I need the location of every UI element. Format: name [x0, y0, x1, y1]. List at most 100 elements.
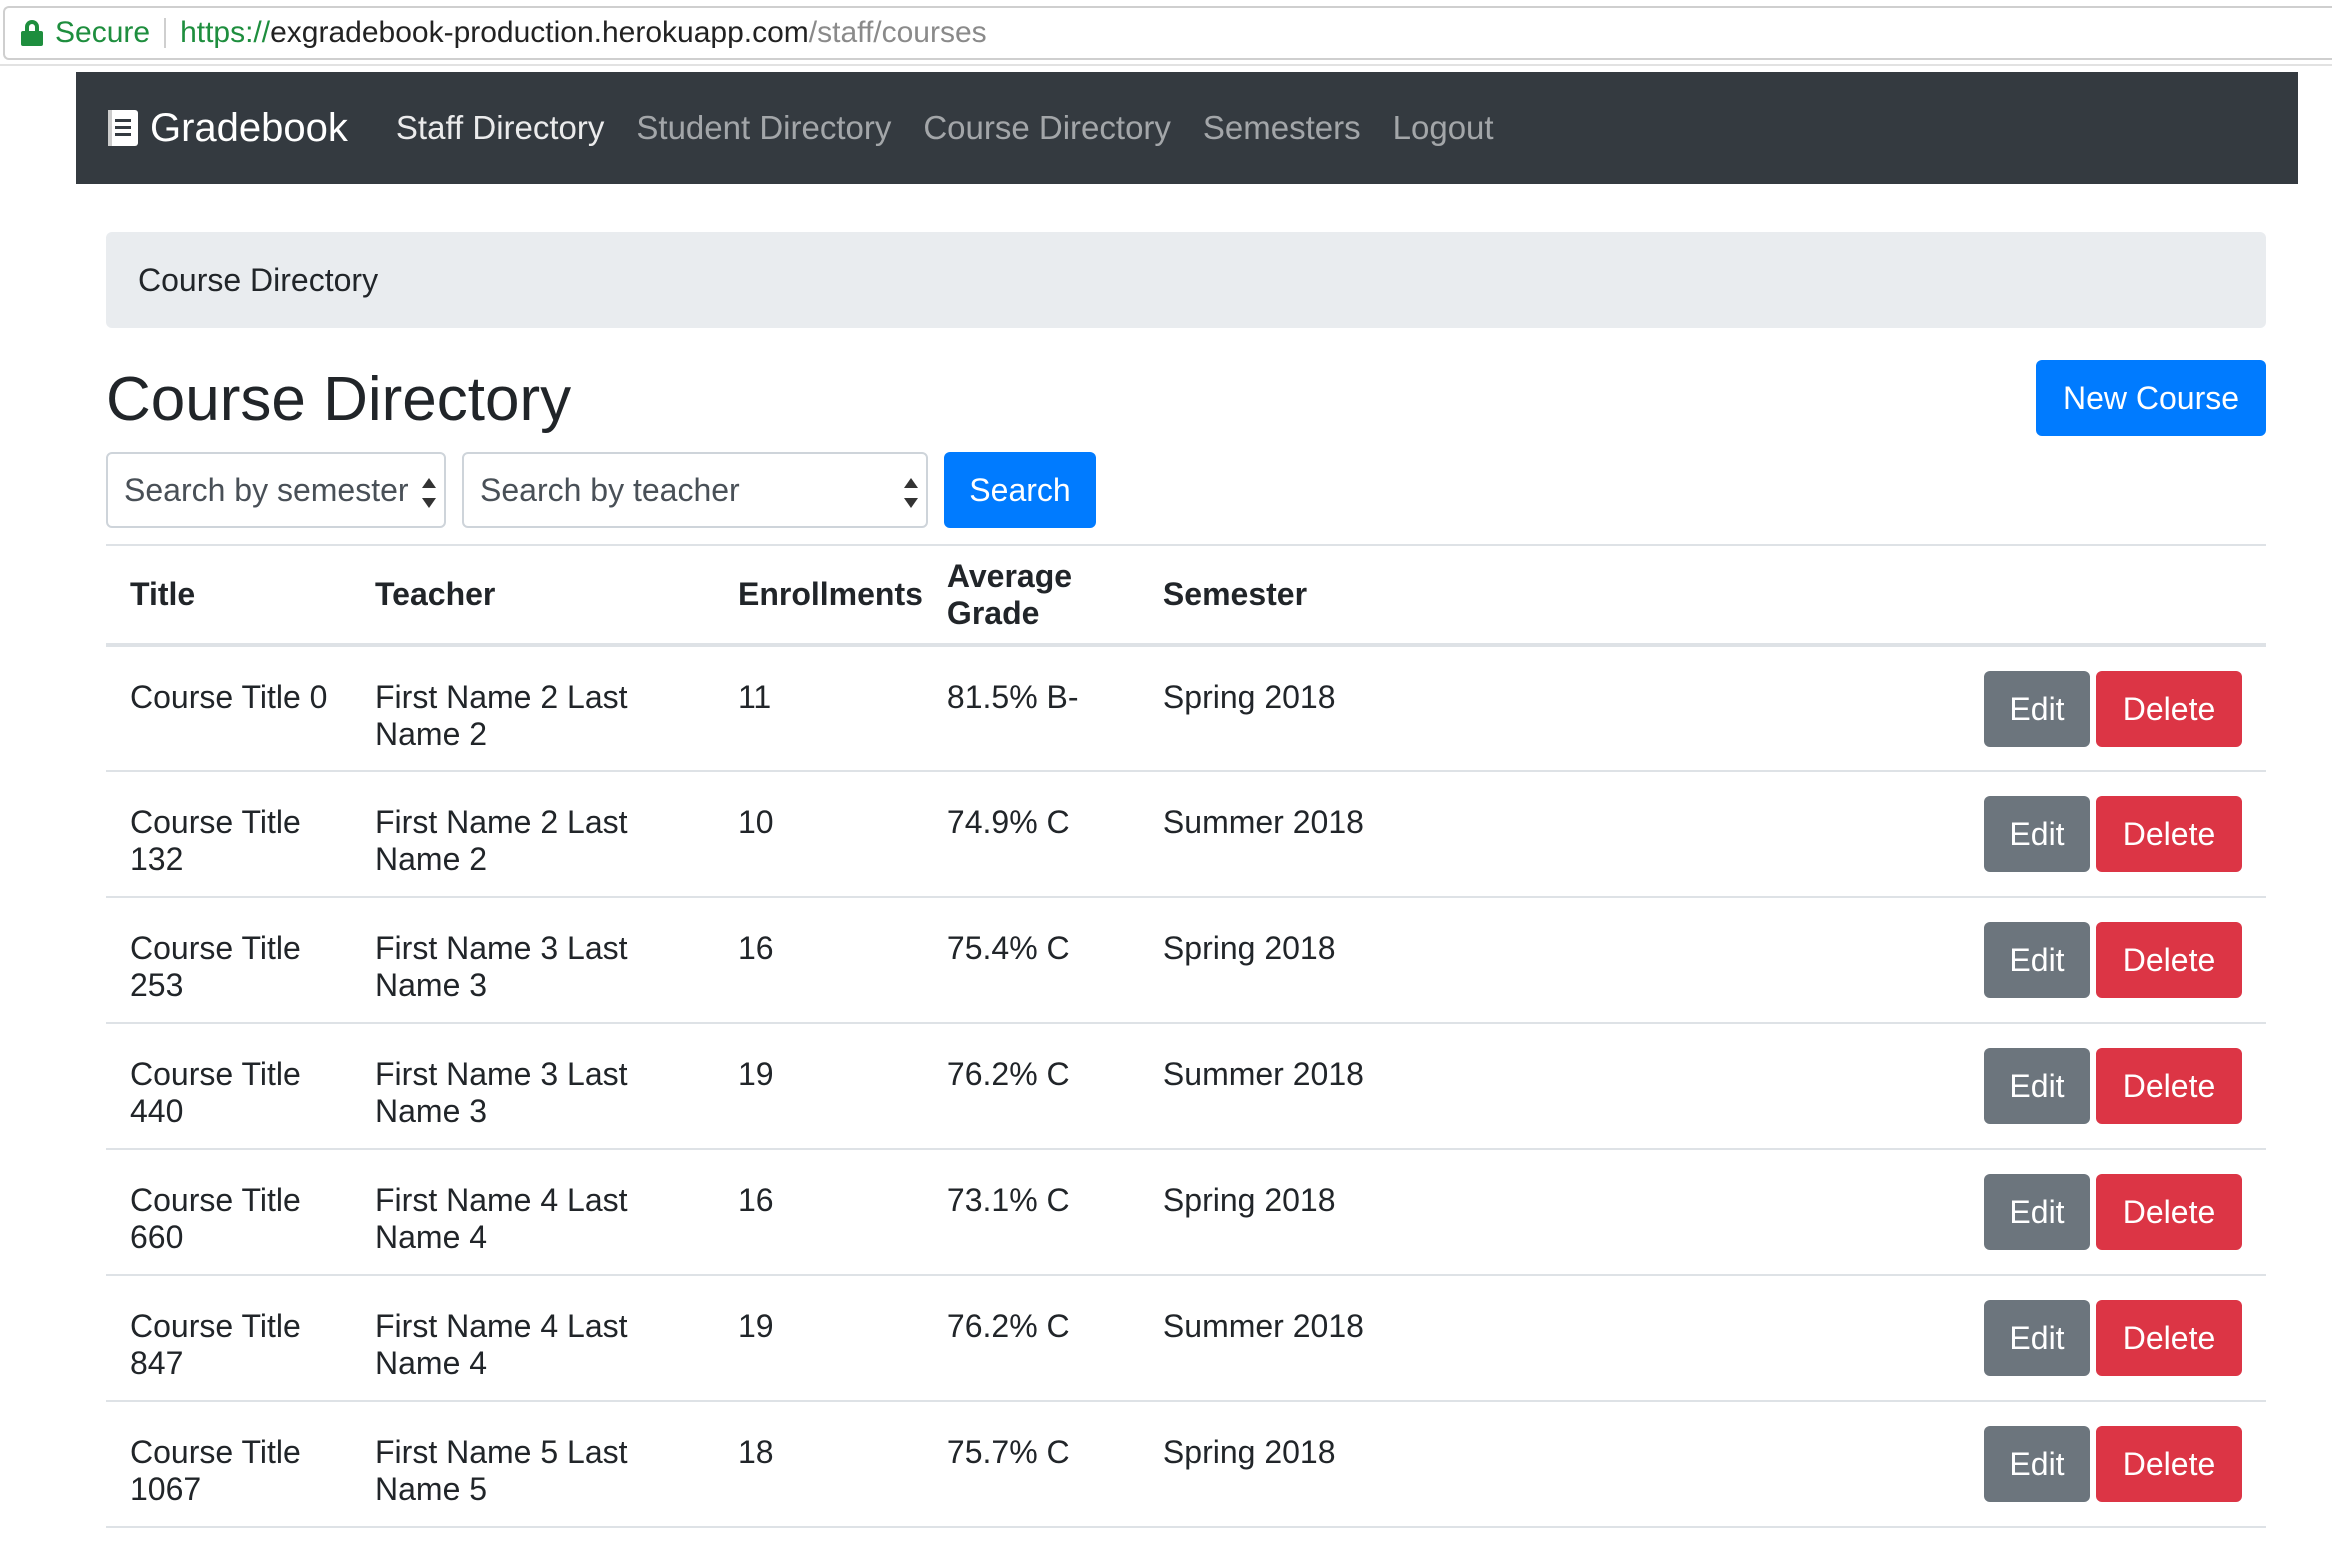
table-header-row: Title Teacher Enrollments Average Grade … — [106, 544, 2266, 647]
cell-teacher: First Name 4 Last Name 4 — [351, 1149, 714, 1276]
secure-label: Secure — [55, 16, 151, 49]
cell-actions: Edit Delete — [1374, 1275, 2266, 1402]
page-title: Course Directory — [106, 365, 572, 434]
teacher-select-label: Search by teacher — [480, 471, 740, 508]
cell-actions: Edit Delete — [1374, 1023, 2266, 1150]
table-row: Course Title 847 First Name 4 Last Name … — [106, 1275, 2266, 1402]
cell-grade: 76.2% C — [922, 1023, 1139, 1150]
cell-semester: Summer 2018 — [1138, 1023, 1375, 1150]
cell-title: Course Title 660 — [106, 1149, 351, 1276]
cell-enrollments: 10 — [714, 771, 923, 898]
url-host: exgradebook-production.herokuapp.com — [270, 16, 809, 49]
nav-logout[interactable]: Logout — [1393, 109, 1494, 147]
header-actions — [1374, 544, 2266, 647]
delete-button[interactable]: Delete — [2096, 796, 2242, 872]
table-row: Course Title 132 First Name 2 Last Name … — [106, 771, 2266, 898]
cell-semester: Summer 2018 — [1138, 1275, 1375, 1402]
delete-button[interactable]: Delete — [2096, 1426, 2242, 1502]
select-arrows-icon — [904, 478, 918, 508]
new-course-button[interactable]: New Course — [2036, 360, 2266, 436]
cell-actions: Edit Delete — [1374, 1401, 2266, 1528]
cell-enrollments: 19 — [714, 1275, 923, 1402]
edit-button[interactable]: Edit — [1984, 1048, 2090, 1124]
cell-title: Course Title 0 — [106, 645, 351, 772]
semester-select[interactable]: Search by semester — [106, 452, 446, 528]
cell-actions: Edit Delete — [1374, 897, 2266, 1024]
delete-button[interactable]: Delete — [2096, 1300, 2242, 1376]
cell-grade: 73.1% C — [922, 1149, 1139, 1276]
nav-student-directory[interactable]: Student Directory — [636, 109, 891, 147]
cell-semester: Spring 2018 — [1138, 897, 1375, 1024]
table-row: Course Title 1067 First Name 5 Last Name… — [106, 1401, 2266, 1528]
cell-semester: Spring 2018 — [1138, 645, 1375, 772]
nav-semesters[interactable]: Semesters — [1203, 109, 1361, 147]
semester-select-label: Search by semester — [124, 471, 409, 508]
cell-title: Course Title 847 — [106, 1275, 351, 1402]
edit-button[interactable]: Edit — [1984, 1300, 2090, 1376]
edit-button[interactable]: Edit — [1984, 1174, 2090, 1250]
cell-teacher: First Name 5 Last Name 5 — [351, 1401, 714, 1528]
delete-button[interactable]: Delete — [2096, 1174, 2242, 1250]
header-teacher: Teacher — [351, 544, 714, 647]
cell-grade: 81.5% B- — [922, 645, 1139, 772]
breadcrumb: Course Directory — [106, 232, 2266, 328]
url-separator — [164, 18, 167, 48]
header-enrollments: Enrollments — [714, 544, 923, 647]
header-title: Title — [106, 544, 351, 647]
cell-teacher: First Name 2 Last Name 2 — [351, 645, 714, 772]
cell-enrollments: 11 — [714, 645, 923, 772]
edit-button[interactable]: Edit — [1984, 922, 2090, 998]
cell-grade: 74.9% C — [922, 771, 1139, 898]
edit-button[interactable]: Edit — [1984, 671, 2090, 747]
browser-address-bar: Secure https://exgradebook-production.he… — [0, 0, 2332, 66]
cell-teacher: First Name 3 Last Name 3 — [351, 1023, 714, 1150]
edit-button[interactable]: Edit — [1984, 796, 2090, 872]
cell-semester: Summer 2018 — [1138, 771, 1375, 898]
cell-semester: Spring 2018 — [1138, 1401, 1375, 1528]
cell-title: Course Title 1067 — [106, 1401, 351, 1528]
cell-grade: 75.4% C — [922, 897, 1139, 1024]
cell-enrollments: 18 — [714, 1401, 923, 1528]
url-path: /staff/courses — [808, 16, 987, 49]
delete-button[interactable]: Delete — [2096, 1048, 2242, 1124]
courses-table: Title Teacher Enrollments Average Grade … — [106, 544, 2266, 1528]
nav-links: Staff Directory Student Directory Course… — [396, 109, 1494, 147]
cell-title: Course Title 440 — [106, 1023, 351, 1150]
lock-icon — [21, 20, 43, 46]
cell-grade: 75.7% C — [922, 1401, 1139, 1528]
brand-link[interactable]: Gradebook — [108, 106, 348, 151]
delete-button[interactable]: Delete — [2096, 922, 2242, 998]
header-average-grade: Average Grade — [922, 544, 1139, 647]
cell-grade: 76.2% C — [922, 1275, 1139, 1402]
table-row: Course Title 440 First Name 3 Last Name … — [106, 1023, 2266, 1150]
navbar: Gradebook Staff Directory Student Direct… — [76, 72, 2298, 184]
cell-actions: Edit Delete — [1374, 1149, 2266, 1276]
search-button[interactable]: Search — [944, 452, 1096, 528]
breadcrumb-item: Course Directory — [138, 261, 379, 298]
cell-enrollments: 16 — [714, 897, 923, 1024]
cell-actions: Edit Delete — [1374, 771, 2266, 898]
header-semester: Semester — [1138, 544, 1375, 647]
select-arrows-icon — [422, 478, 436, 508]
cell-enrollments: 19 — [714, 1023, 923, 1150]
cell-actions: Edit Delete — [1374, 645, 2266, 772]
cell-title: Course Title 253 — [106, 897, 351, 1024]
delete-button[interactable]: Delete — [2096, 671, 2242, 747]
nav-course-directory[interactable]: Course Directory — [923, 109, 1171, 147]
teacher-select[interactable]: Search by teacher — [462, 452, 928, 528]
url-box[interactable]: Secure https://exgradebook-production.he… — [3, 6, 2332, 60]
cell-title: Course Title 132 — [106, 771, 351, 898]
nav-staff-directory[interactable]: Staff Directory — [396, 109, 604, 147]
cell-teacher: First Name 3 Last Name 3 — [351, 897, 714, 1024]
cell-semester: Spring 2018 — [1138, 1149, 1375, 1276]
table-row: Course Title 253 First Name 3 Last Name … — [106, 897, 2266, 1024]
brand-label: Gradebook — [150, 105, 348, 150]
cell-teacher: First Name 2 Last Name 2 — [351, 771, 714, 898]
cell-teacher: First Name 4 Last Name 4 — [351, 1275, 714, 1402]
cell-enrollments: 16 — [714, 1149, 923, 1276]
table-row: Course Title 0 First Name 2 Last Name 2 … — [106, 645, 2266, 772]
book-icon — [108, 110, 138, 146]
url-scheme: https:// — [180, 16, 271, 49]
edit-button[interactable]: Edit — [1984, 1426, 2090, 1502]
table-row: Course Title 660 First Name 4 Last Name … — [106, 1149, 2266, 1276]
